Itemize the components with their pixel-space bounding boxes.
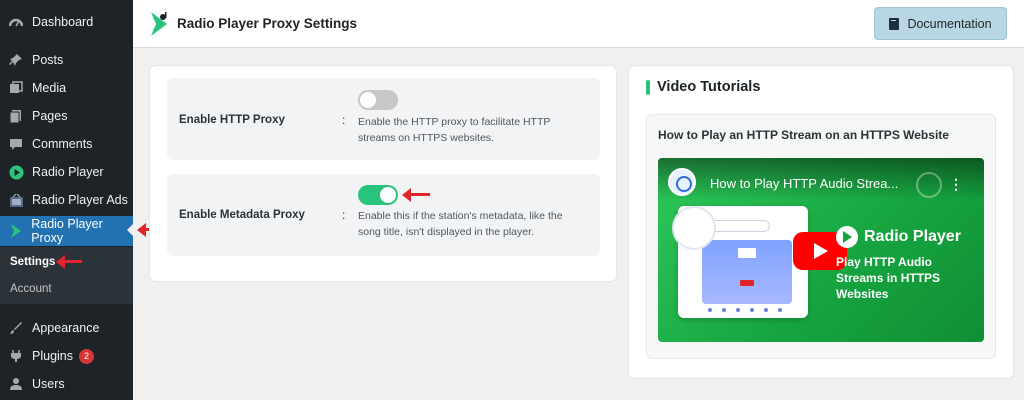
video-tutorials-card: Video Tutorials How to Play an HTTP Stre… — [629, 66, 1013, 378]
submenu-item-settings[interactable]: Settings — [10, 256, 55, 268]
video-tagline: Play HTTP Audio Streams in HTTPS Website… — [836, 255, 941, 301]
submenu-item-account[interactable]: Account — [10, 283, 52, 295]
sidebar-item-posts[interactable]: Posts — [0, 46, 133, 74]
sidebar-item-radio-player-proxy[interactable]: Radio Player Proxy — [0, 216, 133, 246]
video-tutorial-item: How to Play an HTTP Stream on an HTTPS W… — [646, 114, 996, 359]
sidebar-item-label: Radio Player Ads — [32, 193, 128, 207]
youtube-video-embed[interactable]: How to Play HTTP Audio Strea... ⋮ Radio … — [658, 158, 984, 342]
sidebar-item-radio-player-ads[interactable]: Radio Player Ads — [0, 186, 133, 214]
youtube-video-title[interactable]: How to Play HTTP Audio Strea... — [710, 176, 898, 191]
dashboard-icon — [8, 14, 24, 30]
wordpress-logo-icon — [916, 172, 942, 198]
annotation-arrow-metadata-toggle — [402, 188, 430, 202]
sidebar-item-dashboard[interactable]: Dashboard — [0, 8, 133, 36]
media-icon — [8, 80, 24, 96]
mock-player-controls — [708, 308, 782, 312]
more-options-icon[interactable]: ⋮ — [949, 176, 963, 193]
radio-player-logo — [151, 12, 167, 36]
sidebar-item-label: Appearance — [32, 321, 100, 335]
http-proxy-toggle[interactable] — [358, 90, 398, 110]
proxy-icon — [8, 223, 23, 239]
sidebar-item-pages[interactable]: Pages — [0, 102, 133, 130]
sidebar-item-label: Radio Player — [32, 165, 104, 179]
setting-row-http-proxy: Enable HTTP Proxy : Enable the HTTP prox… — [167, 78, 600, 160]
annotation-arrow-settings — [56, 255, 82, 269]
sidebar-item-label: Plugins — [32, 349, 73, 363]
sidebar-item-users[interactable]: Users — [0, 370, 133, 398]
radio-player-play-icon — [836, 226, 858, 248]
plugin-update-badge: 2 — [79, 348, 94, 364]
radio-player-icon — [8, 164, 24, 180]
sidebar-item-label: Radio Player Proxy — [31, 217, 103, 245]
sidebar-item-comments[interactable]: Comments — [0, 130, 133, 158]
pages-icon — [8, 108, 24, 124]
sidebar-item-appearance[interactable]: Appearance — [0, 314, 133, 342]
setting-label: Enable HTTP Proxy — [179, 114, 285, 126]
brush-icon — [8, 320, 24, 336]
sidebar-item-label: Media — [32, 81, 67, 95]
video-heading: How to Play an HTTP Stream on an HTTPS W… — [658, 128, 949, 142]
metadata-proxy-toggle[interactable] — [358, 185, 398, 205]
admin-sidebar: Dashboard Posts Media Pages Comments Rad… — [0, 0, 133, 400]
mock-player-screen — [702, 240, 792, 304]
documentation-label: Documentation — [907, 16, 992, 31]
magnifier-decoration — [672, 206, 716, 250]
setting-colon: : — [342, 113, 346, 127]
setting-description: Enable the HTTP proxy to facilitate HTTP… — [358, 116, 551, 144]
plugin-icon — [8, 348, 24, 364]
proxy-settings-card: Enable HTTP Proxy : Enable the HTTP prox… — [150, 66, 616, 281]
sidebar-item-label: Users — [32, 377, 65, 391]
sidebar-item-media[interactable]: Media — [0, 74, 133, 102]
page-header: Radio Player Proxy Settings Documentatio… — [133, 0, 1024, 48]
setting-colon: : — [342, 208, 346, 222]
setting-row-metadata-proxy: Enable Metadata Proxy : Enable this if t… — [167, 174, 600, 256]
brand-name: Radio Player — [864, 228, 961, 245]
page-title: Radio Player Proxy Settings — [177, 16, 358, 31]
sidebar-item-label: Comments — [32, 137, 93, 151]
setting-label: Enable Metadata Proxy — [179, 209, 305, 221]
book-icon — [889, 17, 900, 30]
sidebar-item-label: Posts — [32, 53, 64, 67]
comment-icon — [8, 136, 24, 152]
active-menu-pointer — [127, 224, 133, 236]
sidebar-item-radio-player[interactable]: Radio Player — [0, 158, 133, 186]
user-icon — [8, 376, 24, 392]
sidebar-item-plugins[interactable]: Plugins 2 — [0, 342, 133, 370]
radio-player-brand: Radio Player — [836, 226, 961, 248]
documentation-button[interactable]: Documentation — [874, 7, 1007, 40]
setting-description: Enable this if the station's metadata, l… — [358, 210, 563, 238]
channel-avatar[interactable] — [668, 168, 696, 196]
video-tutorials-title: Video Tutorials — [657, 79, 761, 95]
ads-icon — [8, 192, 24, 208]
sidebar-item-label: Dashboard — [32, 15, 94, 29]
sidebar-item-label: Pages — [32, 109, 68, 123]
pin-icon — [8, 52, 24, 68]
section-accent-bar — [646, 80, 650, 95]
